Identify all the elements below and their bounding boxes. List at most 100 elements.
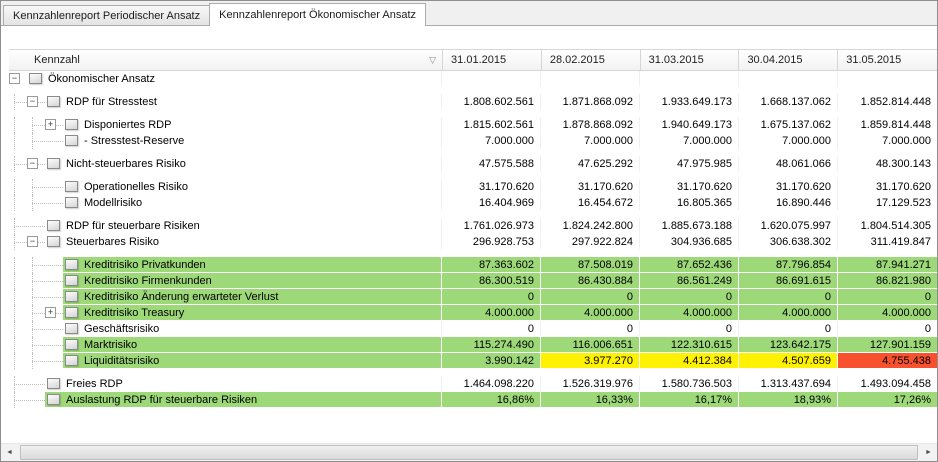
node-icon <box>47 220 60 231</box>
table-row[interactable]: Kreditrisiko Privatkunden87.363.60287.50… <box>9 257 937 273</box>
row-label-cell: Kreditrisiko Treasury <box>63 305 442 321</box>
table-row[interactable]: RDP für steuerbare Risiken1.761.026.9731… <box>9 218 937 234</box>
tree-line-vertical <box>14 273 15 289</box>
table-row[interactable]: Modellrisiko16.404.96916.454.67216.805.3… <box>9 195 937 211</box>
table-row[interactable]: −Ökonomischer Ansatz <box>9 71 937 87</box>
value-cell: 1.885.673.188 <box>640 218 739 234</box>
value-cell: 0 <box>541 321 640 337</box>
row-key-cell: −Nicht-steuerbares Risiko <box>9 156 442 172</box>
value-cell: 16.404.969 <box>442 195 541 211</box>
row-label-cell: Kreditrisiko Firmenkunden <box>63 273 442 289</box>
value-cell: 4.000.000 <box>739 305 838 321</box>
table-row[interactable]: Freies RDP1.464.098.2201.526.319.9761.58… <box>9 376 937 392</box>
column-header-kennzahl[interactable]: Kennzahl ▽ <box>9 50 443 70</box>
node-icon <box>47 236 60 247</box>
value-cell: 47.625.292 <box>541 156 640 172</box>
scroll-right-icon[interactable]: ► <box>920 444 937 461</box>
table-row[interactable]: - Stresstest-Reserve7.000.0007.000.0007.… <box>9 133 937 149</box>
table-row[interactable]: +Disponiertes RDP1.815.602.5611.878.868.… <box>9 117 937 133</box>
value-cell: 1.313.437.694 <box>739 376 838 392</box>
value-cell: 16,17% <box>640 392 739 408</box>
table-row[interactable]: Liquiditätsrisiko3.990.1423.977.2704.412… <box>9 353 937 369</box>
table-row[interactable]: Marktrisiko115.274.490116.006.651122.310… <box>9 337 937 353</box>
value-cell: 1.526.319.976 <box>541 376 640 392</box>
table-row[interactable]: Operationelles Risiko31.170.62031.170.62… <box>9 179 937 195</box>
table-row[interactable]: −Nicht-steuerbares Risiko47.575.58847.62… <box>9 156 937 172</box>
table-row[interactable]: Kreditrisiko Änderung erwarteter Verlust… <box>9 289 937 305</box>
node-icon <box>47 378 60 389</box>
collapse-icon[interactable]: − <box>27 96 38 107</box>
tree-line-horizontal <box>32 345 63 346</box>
group-gap <box>9 250 937 257</box>
value-cell: 48.300.143 <box>838 156 937 172</box>
expand-icon[interactable]: + <box>45 119 56 130</box>
row-key-cell: Marktrisiko <box>9 337 442 353</box>
scroll-left-icon[interactable]: ◄ <box>1 444 18 461</box>
row-label-cell: Operationelles Risiko <box>63 179 442 195</box>
table-row[interactable]: −RDP für Stresstest1.808.602.5611.871.86… <box>9 94 937 110</box>
value-cell: 1.761.026.973 <box>442 218 541 234</box>
column-header-date-1[interactable]: 31.01.2015 <box>443 50 542 70</box>
value-cell: 1.878.868.092 <box>541 117 640 133</box>
table-row[interactable]: +Kreditrisiko Treasury4.000.0004.000.000… <box>9 305 937 321</box>
row-key-cell: Operationelles Risiko <box>9 179 442 195</box>
tree-line-vertical <box>14 337 15 353</box>
tree-indent <box>9 376 45 392</box>
value-cell: 1.808.602.561 <box>442 94 541 110</box>
tab-kennzahlenreport-oekonomischer-ansatz[interactable]: Kennzahlenreport Ökonomischer Ansatz <box>209 3 426 26</box>
node-icon <box>65 323 78 334</box>
value-cell: 0 <box>640 321 739 337</box>
value-cell: 0 <box>739 289 838 305</box>
tree-indent: + <box>9 305 63 321</box>
horizontal-scrollbar[interactable]: ◄ ► <box>1 443 937 461</box>
group-gap <box>9 149 937 156</box>
tree-line-horizontal <box>32 297 63 298</box>
value-cell: 297.922.824 <box>541 234 640 250</box>
column-header-date-5[interactable]: 31.05.2015 <box>838 50 937 70</box>
tree-line-horizontal <box>32 281 63 282</box>
value-cell: 4.000.000 <box>640 305 739 321</box>
value-cell: 306.638.302 <box>739 234 838 250</box>
tree-indent <box>9 289 63 305</box>
tree-line-vertical <box>14 195 15 211</box>
collapse-icon[interactable]: − <box>27 158 38 169</box>
value-cell: 4.000.000 <box>838 305 937 321</box>
table-row[interactable]: Kreditrisiko Firmenkunden86.300.51986.43… <box>9 273 937 289</box>
tab-kennzahlenreport-periodischer-ansatz[interactable]: Kennzahlenreport Periodischer Ansatz <box>3 5 210 25</box>
collapse-icon[interactable]: − <box>27 236 38 247</box>
node-icon <box>65 135 78 146</box>
value-cell: 1.871.868.092 <box>541 94 640 110</box>
value-cell: 122.310.615 <box>640 337 739 353</box>
tree-indent <box>9 353 63 369</box>
collapse-icon[interactable]: − <box>9 73 20 84</box>
value-cell: 296.928.753 <box>442 234 541 250</box>
scroll-track[interactable] <box>18 444 920 461</box>
column-header-date-2[interactable]: 28.02.2015 <box>542 50 641 70</box>
node-icon <box>47 158 60 169</box>
sort-indicator-icon[interactable]: ▽ <box>429 55 436 65</box>
row-label-cell: Steuerbares Risiko <box>45 234 442 250</box>
column-header-date-4[interactable]: 30.04.2015 <box>739 50 838 70</box>
value-cell: 17,26% <box>838 392 937 408</box>
tree-indent <box>9 195 63 211</box>
expand-icon[interactable]: + <box>45 307 56 318</box>
column-header-date-3[interactable]: 31.03.2015 <box>641 50 740 70</box>
tree-line-vertical <box>14 179 15 195</box>
row-key-cell: Liquiditätsrisiko <box>9 353 442 369</box>
row-key-cell: Kreditrisiko Firmenkunden <box>9 273 442 289</box>
table-row[interactable]: − Steuerbares Risiko 296.928.753297.922.82… <box>9 234 937 250</box>
row-key-cell: Kreditrisiko Änderung erwarteter Verlust <box>9 289 442 305</box>
scroll-thumb[interactable] <box>20 445 918 460</box>
table-row[interactable]: Auslastung RDP für steuerbare Risiken16,… <box>9 392 937 408</box>
value-cell: 1.464.098.220 <box>442 376 541 392</box>
row-label: Steuerbares Risiko <box>66 235 159 249</box>
tree-line-vertical <box>14 353 15 369</box>
row-key-cell: −Ökonomischer Ansatz <box>9 71 442 87</box>
value-cell: 7.000.000 <box>640 133 739 149</box>
table-row[interactable]: Geschäftsrisiko00000 <box>9 321 937 337</box>
value-cell: 3.977.270 <box>541 353 640 369</box>
tree-indent <box>9 337 63 353</box>
value-cell: 1.852.814.448 <box>838 94 937 110</box>
value-cell: 1.675.137.062 <box>739 117 838 133</box>
value-cell: 1.668.137.062 <box>739 94 838 110</box>
